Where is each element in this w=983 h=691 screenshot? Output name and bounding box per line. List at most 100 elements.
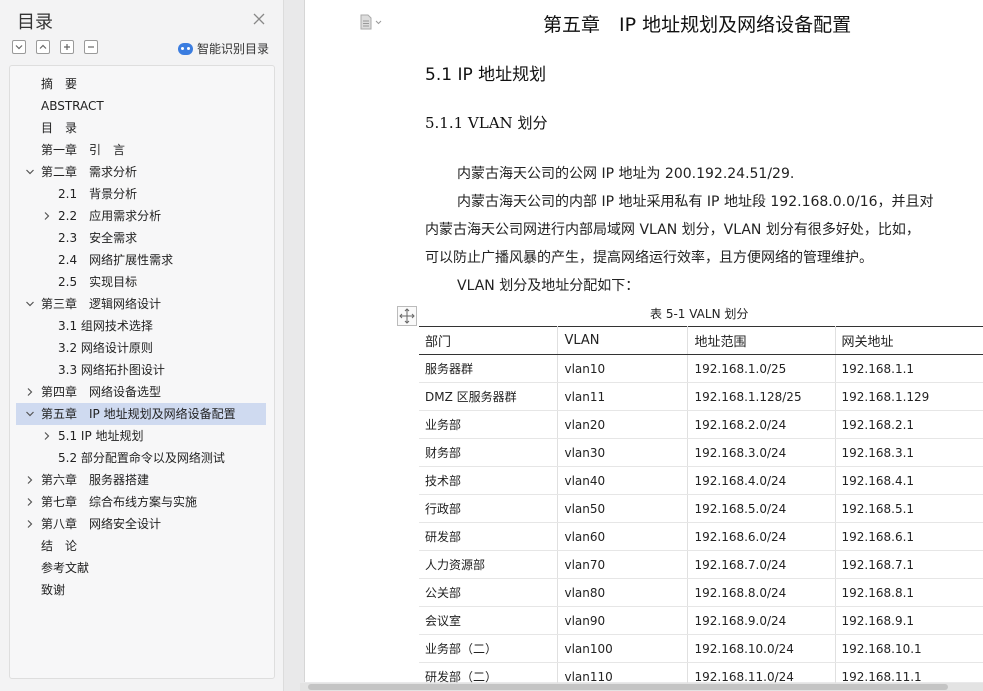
smart-recognize-button[interactable]: 智能识别目录 [178, 40, 269, 57]
toc-item-label: 参考文献 [41, 561, 90, 575]
toc-item-label: 摘 要 [41, 77, 78, 91]
toc-item-label: 3.3 网络拓扑图设计 [58, 363, 165, 377]
toc-item-label: 2.3 安全需求 [58, 231, 138, 245]
toc-item[interactable]: 3.2 网络设计原则 [16, 337, 266, 359]
table-cell: 192.168.8.1 [835, 578, 983, 607]
subsection-title: 5.1.1 VLAN 划分 [425, 114, 548, 132]
table-row: 会议室 vlan90 192.168.9.0/24 192.168.9.1 [419, 606, 983, 635]
toc-item[interactable]: 结 论 [16, 535, 266, 557]
collapse-all-icon[interactable] [12, 40, 26, 54]
toc-item[interactable]: 第五章 IP 地址规划及网络设备配置 [16, 403, 266, 425]
toc-item[interactable]: 参考文献 [16, 557, 266, 579]
toc-item[interactable]: 5.2 部分配置命令以及网络测试 [16, 447, 266, 469]
toc-item[interactable]: 第二章 需求分析 [16, 161, 266, 183]
table-header-cell: VLAN [557, 326, 689, 355]
table-cell: 192.168.10.1 [835, 634, 983, 663]
toc-item-label: 第一章 引 言 [41, 143, 126, 157]
table-move-icon[interactable] [397, 306, 417, 326]
toc-item[interactable]: 2.2 应用需求分析 [16, 205, 266, 227]
table-cell: 192.168.2.1 [835, 410, 983, 439]
table-cell: 行政部 [419, 494, 559, 523]
table-cell: 192.168.1.128/25 [687, 382, 836, 411]
table-row: 研发部 vlan60 192.168.6.0/24 192.168.6.1 [419, 522, 983, 551]
toc-item[interactable]: 第一章 引 言 [16, 139, 266, 161]
table-cell: 192.168.7.0/24 [687, 550, 836, 579]
toc-item-label: 第三章 逻辑网络设计 [41, 297, 162, 311]
chevron-right-icon[interactable] [25, 475, 35, 485]
sidebar-title: 目录 [17, 12, 53, 33]
toc-item-label: ABSTRACT [41, 99, 104, 113]
table-caption: 表 5-1 VALN 划分 [650, 307, 749, 321]
close-icon[interactable] [252, 11, 266, 25]
paragraph-line: VLAN 划分及地址分配如下： [457, 278, 640, 294]
table-cell: 192.168.1.0/25 [687, 354, 836, 383]
toc-item[interactable]: ABSTRACT [16, 95, 266, 117]
chevron-down-icon[interactable] [25, 409, 35, 419]
chevron-right-icon[interactable] [42, 211, 52, 221]
toc-item[interactable]: 5.1 IP 地址规划 [16, 425, 266, 447]
table-cell: 192.168.5.0/24 [687, 494, 836, 523]
table-cell: 研发部 [419, 522, 559, 551]
toc-item[interactable]: 目 录 [16, 117, 266, 139]
chevron-down-icon[interactable] [25, 167, 35, 177]
toc-item-label: 2.4 网络扩展性需求 [58, 253, 174, 267]
chevron-right-icon[interactable] [25, 497, 35, 507]
toc-item-label: 结 论 [41, 539, 78, 553]
document-icon[interactable] [359, 14, 383, 34]
table-cell: vlan90 [557, 606, 689, 635]
toc-item[interactable]: 2.1 背景分析 [16, 183, 266, 205]
chevron-right-icon[interactable] [25, 519, 35, 529]
vlan-table: 部门 VLAN 地址范围 网关地址 服务器群 vlan10 192.168.1.0/… [419, 326, 983, 691]
toc-item[interactable]: 3.1 组网技术选择 [16, 315, 266, 337]
table-cell: 192.168.3.1 [835, 438, 983, 467]
toc-item[interactable]: 2.5 实现目标 [16, 271, 266, 293]
smart-recognize-icon [178, 42, 193, 55]
toc-item[interactable]: 第六章 服务器搭建 [16, 469, 266, 491]
table-cell: 192.168.9.0/24 [687, 606, 836, 635]
table-cell: 人力资源部 [419, 550, 559, 579]
table-cell: vlan60 [557, 522, 689, 551]
toc-sidebar: 目录 智能识别目录 摘 要 ABSTRACT 目 录第一章 引 言第二章 需求分析 2… [0, 0, 284, 691]
table-cell: 192.168.8.0/24 [687, 578, 836, 607]
table-cell: vlan70 [557, 550, 689, 579]
expand-all-icon[interactable] [36, 40, 50, 54]
table-cell: 业务部（二） [419, 634, 559, 663]
toc-item-label: 2.1 背景分析 [58, 187, 138, 201]
table-cell: 192.168.3.0/24 [687, 438, 836, 467]
toc-item[interactable]: 3.3 网络拓扑图设计 [16, 359, 266, 381]
horizontal-scrollbar[interactable] [300, 683, 983, 691]
add-heading-icon[interactable] [60, 40, 74, 54]
chevron-right-icon[interactable] [42, 431, 52, 441]
toc-item-label: 5.2 部分配置命令以及网络测试 [58, 451, 225, 465]
table-cell: 技术部 [419, 466, 559, 495]
toc-item[interactable]: 第八章 网络安全设计 [16, 513, 266, 535]
toc-item[interactable]: 第四章 网络设备选型 [16, 381, 266, 403]
toc-item-label: 第五章 IP 地址规划及网络设备配置 [41, 407, 236, 421]
scrollbar-thumb[interactable] [308, 684, 948, 690]
smart-recognize-label: 智能识别目录 [197, 42, 270, 56]
table-cell: 业务部 [419, 410, 559, 439]
table-row: 人力资源部 vlan70 192.168.7.0/24 192.168.7.1 [419, 550, 983, 579]
table-cell: 公关部 [419, 578, 559, 607]
table-cell: 192.168.9.1 [835, 606, 983, 635]
chevron-down-icon[interactable] [25, 299, 35, 309]
table-header-cell: 地址范围 [687, 326, 836, 355]
table-cell: 192.168.4.0/24 [687, 466, 836, 495]
table-cell: 192.168.2.0/24 [687, 410, 836, 439]
toc-item-label: 2.2 应用需求分析 [58, 209, 162, 223]
table-header-cell: 部门 [419, 326, 559, 355]
toc-item[interactable]: 2.4 网络扩展性需求 [16, 249, 266, 271]
table-cell: 会议室 [419, 606, 559, 635]
document-page: 第五章 IP 地址规划及网络设备配置 5.1 IP 地址规划 5.1.1 VLA… [304, 0, 983, 691]
table-cell: 服务器群 [419, 354, 559, 383]
table-header-cell: 网关地址 [835, 326, 983, 355]
chevron-right-icon[interactable] [25, 387, 35, 397]
toc-item[interactable]: 摘 要 [16, 73, 266, 95]
toc-item-label: 5.1 IP 地址规划 [58, 429, 144, 443]
remove-heading-icon[interactable] [84, 40, 98, 54]
toc-item[interactable]: 2.3 安全需求 [16, 227, 266, 249]
table-cell: vlan20 [557, 410, 689, 439]
toc-item[interactable]: 第七章 综合布线方案与实施 [16, 491, 266, 513]
toc-item[interactable]: 第三章 逻辑网络设计 [16, 293, 266, 315]
toc-item[interactable]: 致谢 [16, 579, 266, 601]
